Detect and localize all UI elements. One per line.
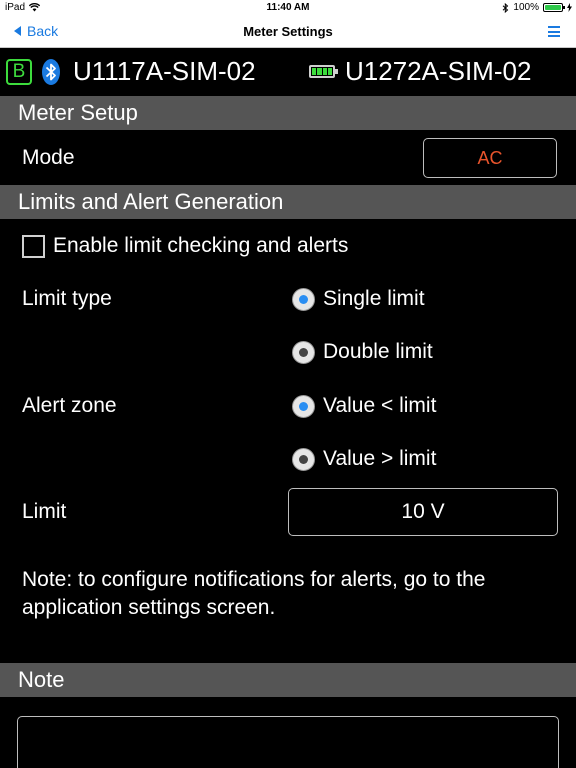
page-title: Meter Settings: [243, 24, 333, 39]
single-limit-label[interactable]: Single limit: [323, 287, 425, 311]
battery-icon: [543, 3, 565, 12]
device-bar: B U1117A-SIM-02 U1272A-SIM-02: [0, 48, 576, 96]
note-textarea[interactable]: [17, 716, 559, 768]
bluetooth-status-icon: [503, 2, 509, 13]
alert-notification-note: Note: to configure notifications for ale…: [22, 568, 486, 619]
alert-zone-label: Alert zone: [22, 394, 117, 417]
meter-1-name[interactable]: U1117A-SIM-02: [73, 56, 256, 87]
meter-setup-header: Meter Setup: [0, 96, 576, 130]
meter-2-name[interactable]: U1272A-SIM-02: [345, 56, 531, 87]
radio-double-limit[interactable]: [292, 341, 315, 364]
radio-value-above-limit[interactable]: [292, 448, 315, 471]
menu-icon[interactable]: [548, 26, 560, 37]
limit-input[interactable]: 10 V: [288, 488, 558, 536]
charging-icon: [567, 3, 572, 12]
meter-badge: B: [6, 59, 32, 85]
status-time: 11:40 AM: [266, 2, 310, 13]
mode-button[interactable]: AC: [423, 138, 557, 178]
limits-header: Limits and Alert Generation: [0, 185, 576, 219]
note-header: Note: [0, 663, 576, 697]
enable-limits-checkbox[interactable]: [22, 235, 45, 258]
battery-percent: 100%: [513, 2, 539, 13]
value-below-limit-label[interactable]: Value < limit: [323, 394, 436, 418]
limit-label: Limit: [22, 500, 67, 523]
limit-type-label: Limit type: [22, 287, 112, 310]
meter-battery-icon: [309, 65, 338, 78]
double-limit-label[interactable]: Double limit: [323, 340, 433, 364]
bluetooth-icon: [42, 59, 60, 85]
value-above-limit-label[interactable]: Value > limit: [323, 447, 436, 471]
radio-single-limit[interactable]: [292, 288, 315, 311]
status-bar: iPad 11:40 AM 100%: [0, 0, 576, 16]
radio-value-below-limit[interactable]: [292, 395, 315, 418]
navigation-bar: Back Meter Settings: [0, 16, 576, 48]
mode-label: Mode: [22, 146, 75, 169]
enable-limits-label[interactable]: Enable limit checking and alerts: [53, 234, 348, 258]
